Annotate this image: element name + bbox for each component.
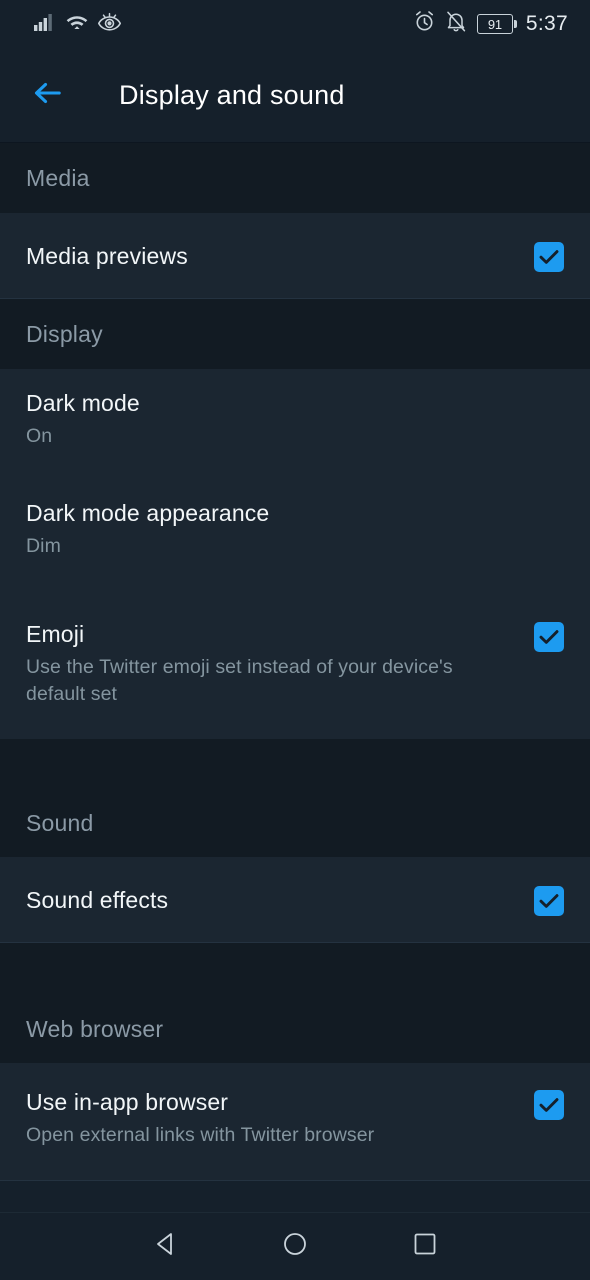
nav-home-button[interactable] — [265, 1217, 325, 1277]
row-title: Dark mode — [26, 389, 140, 416]
row-title: Use in-app browser — [26, 1089, 229, 1115]
row-title: Sound effects — [26, 886, 169, 913]
checkmark-icon — [539, 249, 559, 264]
alarm-clock-icon — [414, 11, 435, 37]
page-title: Display and sound — [119, 79, 345, 110]
checkbox-sound-effects[interactable] — [534, 885, 564, 916]
row-title: Emoji — [26, 621, 85, 647]
row-title: Media previews — [26, 242, 188, 269]
checkmark-icon — [539, 630, 559, 644]
wifi-icon — [65, 12, 89, 36]
setting-row-dark-mode[interactable]: Dark mode On — [0, 369, 590, 470]
setting-row-dark-mode-appearance[interactable]: Dark mode appearance Dim — [0, 470, 590, 589]
status-bar: 91 5:37 — [0, 0, 590, 48]
section-header-sound: Sound — [0, 739, 590, 857]
setting-row-sound-effects[interactable]: Sound effects — [0, 857, 590, 943]
row-text: Emoji Use the Twitter emoji set instead … — [26, 621, 496, 708]
row-subtitle: On — [26, 424, 53, 447]
back-arrow-icon — [30, 78, 66, 113]
phone-screen: 91 5:37 Display and sound Media Media pr… — [0, 0, 590, 1280]
battery-level: 91 — [487, 16, 502, 32]
checkmark-icon — [539, 893, 559, 908]
nav-back-icon — [150, 1229, 180, 1264]
row-text: Media previews — [26, 243, 188, 270]
setting-row-use-in-app-browser[interactable]: Use in-app browser Open external links w… — [0, 1063, 590, 1181]
app-bar: Display and sound — [0, 48, 590, 143]
setting-row-emoji[interactable]: Emoji Use the Twitter emoji set instead … — [0, 589, 590, 739]
status-bar-clock: 5:37 — [525, 12, 568, 35]
checkmark-icon — [539, 1098, 559, 1112]
section-header-media: Media — [0, 143, 590, 213]
checkbox-use-in-app-browser[interactable] — [534, 1090, 564, 1120]
nav-recents-icon — [410, 1229, 440, 1264]
android-navigation-bar — [0, 1212, 590, 1280]
row-subtitle: Use the Twitter emoji set instead of you… — [26, 656, 453, 705]
checkbox-emoji[interactable] — [534, 622, 564, 652]
row-title: Dark mode appearance — [26, 499, 270, 526]
nav-back-button[interactable] — [135, 1217, 195, 1277]
battery-icon: 91 — [476, 14, 517, 34]
row-text: Sound effects — [26, 887, 168, 914]
status-bar-right: 91 5:37 — [414, 11, 568, 37]
status-bar-left — [34, 12, 122, 36]
nav-recents-button[interactable] — [395, 1217, 455, 1277]
notifications-muted-icon — [446, 11, 466, 37]
section-header-display: Display — [0, 299, 590, 369]
signal-bars-icon — [34, 13, 56, 36]
checkbox-media-previews[interactable] — [534, 241, 564, 272]
settings-list: Media Media previews Display Dark mode O… — [0, 143, 590, 1181]
setting-row-media-previews[interactable]: Media previews — [0, 213, 590, 299]
row-subtitle: Dim — [26, 534, 61, 557]
eye-comfort-icon — [97, 12, 122, 36]
nav-home-icon — [280, 1229, 310, 1264]
section-header-web-browser: Web browser — [0, 943, 590, 1063]
row-subtitle: Open external links with Twitter browser — [26, 1124, 375, 1146]
back-button[interactable] — [26, 73, 70, 117]
row-text: Use in-app browser Open external links w… — [26, 1089, 374, 1149]
